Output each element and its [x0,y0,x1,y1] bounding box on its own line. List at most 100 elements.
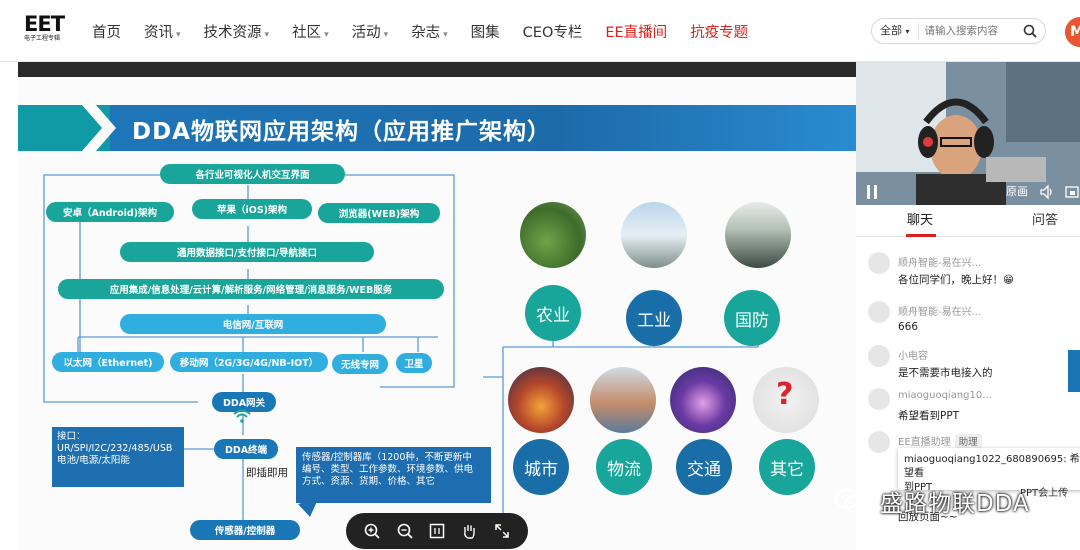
ios-box: 苹果（iOS)架构 [192,199,312,219]
camera-fullscreen-icon[interactable] [1064,184,1080,200]
chat-text: 是不需要市电接入的 [898,367,993,379]
chat-text: 各位同学们，晚上好！😁 [898,274,1014,286]
chat-nickname: EE直播助理 助理 [898,433,982,448]
web-box: 浏览器(WEB)架构 [318,203,440,223]
hmi-box: 各行业可视化人机交互界面 [160,164,345,184]
chat-nickname: 小电容 [898,351,928,362]
side-expand-handle[interactable] [1068,350,1080,392]
user-avatar-icon [868,345,890,367]
question-mark-icon: ? [776,377,794,412]
sector-defense: 国防 [724,290,780,346]
agriculture-photo [520,202,586,268]
actual-size-icon[interactable] [428,522,446,540]
tab-qa[interactable]: 问答 [1032,205,1058,237]
nav-item-tech-resources[interactable]: 技术资源 ▾ [204,21,270,42]
pan-hand-icon[interactable] [460,522,478,540]
sector-traffic: 交通 [676,439,732,495]
chat-nickname: 顺舟智能-易在兴... [898,307,982,318]
user-avatar-icon [868,388,890,410]
nav-item-news[interactable]: 资讯 ▾ [144,21,181,42]
user-avatar-icon [868,431,890,453]
panel-tabs: 聊天 问答 [856,205,1080,237]
nav-item-epidemic-topic[interactable]: 抗疫专题 [690,21,748,42]
telecom-box: 电信网/互联网 [120,314,386,334]
defense-photo [725,202,791,268]
wechat-watermark: 盛路物联DDA [834,484,1030,518]
sector-industry: 工业 [626,290,682,346]
search-input[interactable] [924,25,1017,37]
wechat-icon [835,489,867,513]
logo-subtitle: 电子工程专辑 [24,35,61,42]
dda-terminal-box: DDA终端 [214,439,278,459]
ethernet-box: 以太网（Ethernet) [52,352,164,372]
api-box: 通用数据接口/支付接口/导航接口 [120,242,374,262]
satellite-box: 卫星 [396,353,432,373]
search-scope-select[interactable]: 全部 ▾ [872,23,919,39]
chevron-down-icon: ▾ [264,29,270,40]
chat-nickname: 顺舟智能-易在兴... [898,258,982,269]
site-logo[interactable]: EET 电子工程专辑 [24,13,68,47]
search-icon[interactable] [1023,24,1037,38]
sector-logistics: 物流 [596,439,652,495]
presenter-camera[interactable]: 原画 [856,62,1080,205]
chevron-down-icon: ▾ [443,29,448,40]
interface-box: 接口： UR/SPI/I2C/232/485/USB 电池/电源/太阳能 [52,427,184,487]
nav-item-gallery[interactable]: 图集 [471,21,500,42]
industry-photo [621,202,687,268]
top-navigation-bar: EET 电子工程专辑 首页 资讯 ▾ 技术资源 ▾ 社区 ▾ 活动 ▾ 杂志 ▾ 图集 C… [0,0,1080,62]
wifi-icon [233,409,251,423]
logo-mark: EET [24,12,65,36]
logistics-photo [590,367,656,433]
chat-nickname-text: EE直播助理 [898,437,951,448]
city-photo [508,367,574,433]
nav-item-magazine[interactable]: 杂志 ▾ [411,21,448,42]
user-avatar-icon [868,301,890,323]
tooltip-line: miaoguoqiang1022_680890695: 希望看 [904,454,1080,479]
nav-item-events[interactable]: 活动 ▾ [352,21,389,42]
mobile-network-box: 移动网（2G/3G/4G/NB-IOT） [170,352,328,372]
sector-other: 其它 [759,439,815,495]
interface-title: 接口： [57,431,86,442]
presentation-slide: DDA物联网应用架构（应用推广架构） 各行业可视化人机交互界面 安卓（Andro… [18,77,856,550]
chevron-down-icon: ▾ [383,29,389,40]
pause-icon[interactable] [866,184,878,200]
video-player[interactable]: DDA物联网应用架构（应用推广架构） 各行业可视化人机交互界面 安卓（Andro… [18,62,856,550]
chevron-down-icon: ▾ [324,29,329,40]
wireless-private-box: 无线专网 [332,354,388,374]
sector-agriculture: 农业 [525,285,581,341]
sensor-library-line: 方式、资源、货期、价格、其它 [302,476,436,487]
sensor-library-line: 传感器/控制器库（1200种，不断更新中 [302,452,472,463]
user-avatar[interactable]: M [1065,17,1080,47]
fullscreen-icon[interactable] [493,522,511,540]
volume-icon[interactable] [1039,184,1055,200]
chevron-down-icon: ▾ [176,29,181,40]
nav-item-ceo-column[interactable]: CEO专栏 [523,21,583,42]
active-tab-indicator [906,234,936,237]
nav-item-live-room[interactable]: EE直播间 [605,21,667,42]
assistant-badge: 助理 [954,434,982,448]
chat-nickname: miaoguoqiang10... [898,390,992,401]
chat-text: 666 [898,321,919,333]
interface-power: 电池/电源/太阳能 [57,455,130,466]
sensor-controller-box: 传感器/控制器 [190,520,300,540]
android-box: 安卓（Android)架构 [46,202,174,222]
sensor-library-box: 传感器/控制器库（1200种，不断更新中 编号、类型、工作参数、环境参数、供电 … [296,447,491,503]
user-avatar-icon [868,252,890,274]
nav-item-community[interactable]: 社区 ▾ [292,21,329,42]
search-box: 全部 ▾ [871,18,1046,44]
services-box: 应用集成/信息处理/云计算/解析服务/网络管理/消息服务/WEB服务 [58,279,444,299]
slide-viewer-controls [346,513,528,549]
watermark-text: 盛路物联DDA [880,491,1030,517]
quality-button[interactable]: 原画 [1006,183,1028,199]
chat-text: 希望看到PPT [898,410,960,422]
zoom-out-icon[interactable] [396,522,414,540]
interface-ports: UR/SPI/I2C/232/485/USB [57,443,173,454]
nav-item-home[interactable]: 首页 [92,21,121,42]
sector-city: 城市 [513,439,569,495]
plug-and-play-label: 即插即用 [246,467,288,479]
camera-controls: 原画 [856,180,1080,205]
sensor-library-line: 编号、类型、工作参数、环境参数、供电 [302,464,474,475]
tab-chat[interactable]: 聊天 [907,205,933,237]
traffic-photo [670,367,736,433]
zoom-in-icon[interactable] [363,522,381,540]
